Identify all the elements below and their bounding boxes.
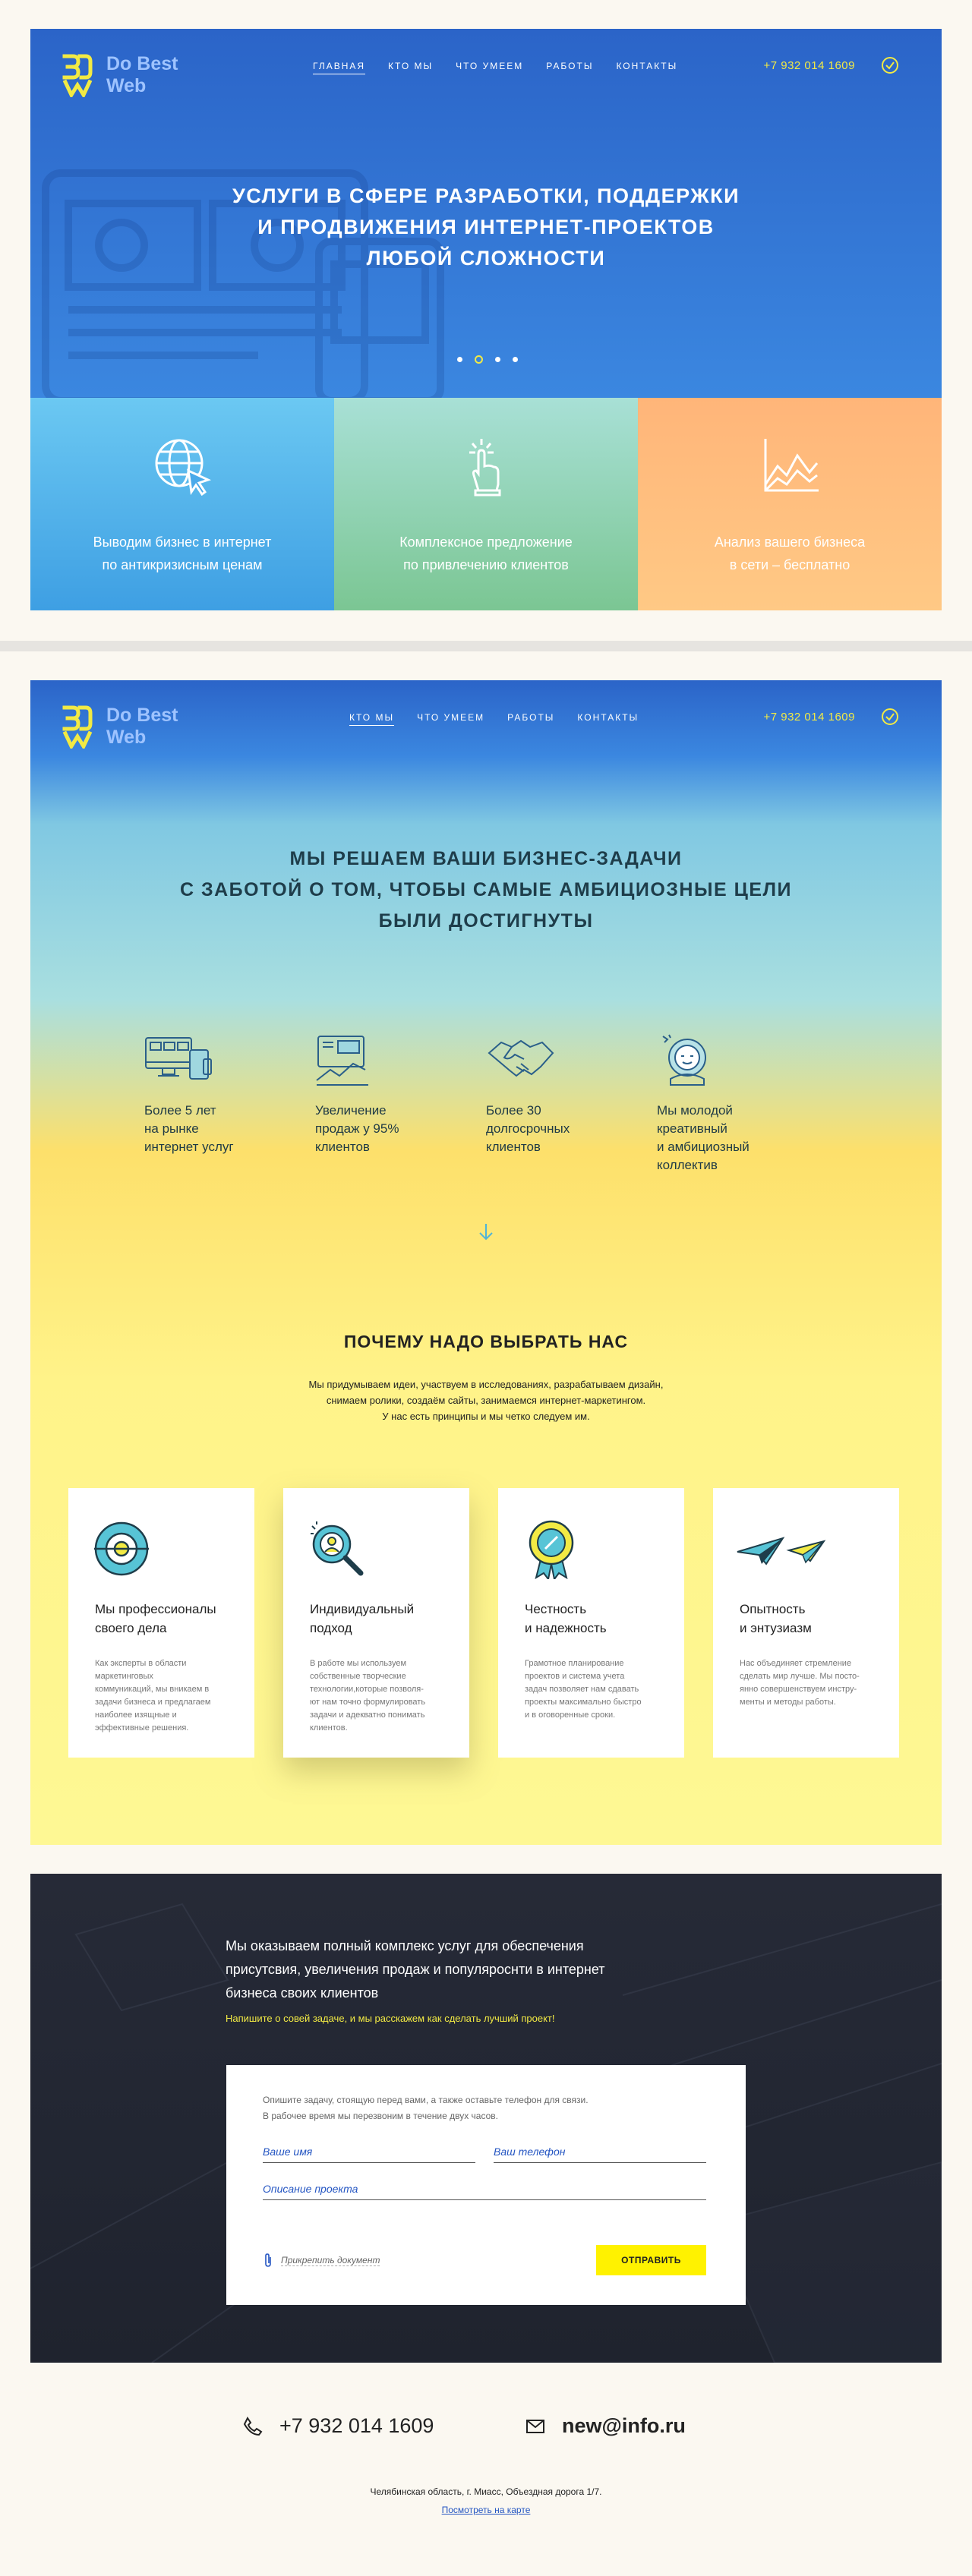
site-header: Do Best Web Главная Кто мы Что умеем Раб… xyxy=(30,29,942,105)
nav-services[interactable]: Что умеем xyxy=(417,712,484,726)
card-title: Опытность и энтузиазм xyxy=(740,1602,812,1635)
slider-dot[interactable] xyxy=(513,357,518,362)
submit-button[interactable]: Отправить xyxy=(596,2245,706,2275)
stat-item: Увеличение продаж у 95% клиентов xyxy=(315,1033,486,1174)
slider-dot[interactable] xyxy=(495,357,500,362)
nav-contacts[interactable]: Контакты xyxy=(577,712,639,726)
card-title: Честность и надежность xyxy=(525,1602,607,1635)
handshake-icon xyxy=(488,1039,554,1077)
advantage-card[interactable]: Мы профессионалы своего дела Как эксперты… xyxy=(68,1488,254,1758)
card-text: Нас объединяет стремление сделать мир луч… xyxy=(740,1659,860,1707)
stat-item: Более 30 долгосрочных клиентов xyxy=(486,1033,657,1174)
hero-section: Do Best Web Главная Кто мы Что умеем Раб… xyxy=(30,29,942,610)
card-text: Грамотное планирование проектов и система… xyxy=(525,1659,642,1720)
paper-planes-icon xyxy=(737,1537,826,1565)
map-link[interactable]: Посмотреть на карте xyxy=(442,2505,531,2515)
slider-dot[interactable] xyxy=(457,357,462,362)
logo[interactable]: Do Best Web xyxy=(62,705,178,749)
address: Челябинская область, г. Миасс, Объездная… xyxy=(370,2486,602,2497)
tile-title: Комплексное предложение xyxy=(399,534,573,550)
card-title: Индивидуальный подход xyxy=(310,1602,415,1635)
tile-analysis[interactable]: Анализ вашего бизнеса в сети – бесплатно xyxy=(638,398,942,610)
nav-works[interactable]: Работы xyxy=(546,61,593,74)
arrow-down-icon[interactable] xyxy=(475,1221,497,1242)
name-field[interactable] xyxy=(263,2141,475,2163)
logo-mark-icon xyxy=(62,705,93,749)
map-link-container: Посмотреть на карте xyxy=(0,2505,972,2515)
advantage-card[interactable]: Опытность и энтузиазм Нас объединяет стре… xyxy=(713,1488,899,1758)
envelope-icon xyxy=(526,2419,544,2433)
header-phone[interactable]: +7 932 014 1609 xyxy=(763,711,855,724)
stat-item: Более 5 лет на рынке интернет услуг xyxy=(144,1033,315,1174)
devices-icon xyxy=(145,1037,212,1080)
about-title: Мы решаем ваши бизнес-задачи с заботой о… xyxy=(179,848,793,932)
advantages-cards: Мы профессионалы своего дела Как эксперты… xyxy=(68,1488,904,1758)
attach-document[interactable]: Прикрепить документ xyxy=(263,2253,380,2268)
nav-about[interactable]: Кто мы xyxy=(349,712,395,726)
footer-phone[interactable]: +7 932 014 1609 xyxy=(243,2414,434,2438)
feature-tiles: Выводим бизнес в интернет по антикризисн… xyxy=(30,398,942,610)
stat-item: Мы молодой креативный и амбициозный коллект… xyxy=(657,1033,828,1174)
why-title: Почему надо выбрать нас xyxy=(343,1332,629,1351)
phone-field[interactable] xyxy=(494,2141,706,2163)
about-section: Do Best Web Кто мы Что умеем Работы Конт… xyxy=(30,680,942,1845)
stats-row: Более 5 лет на рынке интернет услуг Увелич… xyxy=(144,1033,828,1174)
tile-internet[interactable]: Выводим бизнес в интернет по антикризисн… xyxy=(30,398,334,610)
award-medal-icon xyxy=(529,1520,574,1579)
advantage-card[interactable]: Честность и надежность Грамотное планиров… xyxy=(498,1488,684,1758)
main-nav: Главная Кто мы Что умеем Работы Контакты xyxy=(313,61,700,74)
advantage-card[interactable]: Индивидуальный подход В работе мы использ… xyxy=(283,1488,469,1758)
check-circle-icon[interactable] xyxy=(881,708,899,726)
tile-subtitle: по антикризисным ценам xyxy=(102,557,263,572)
card-text: В работе мы используем собственные творче… xyxy=(310,1659,426,1733)
slider-dots xyxy=(457,355,530,364)
description-field[interactable] xyxy=(263,2178,706,2200)
card-text: Как эксперты в области маркетинговых комму… xyxy=(95,1659,211,1733)
section-divider xyxy=(0,641,972,651)
target-gear-icon xyxy=(94,1521,149,1576)
nav-contacts[interactable]: Контакты xyxy=(616,61,677,74)
sales-chart-icon xyxy=(316,1036,368,1086)
logo-text: Do Best Web xyxy=(106,705,178,748)
nav-about[interactable]: Кто мы xyxy=(388,61,433,74)
nav-services[interactable]: Что умеем xyxy=(456,61,523,74)
phone-icon xyxy=(243,2416,263,2436)
globe-cursor-icon xyxy=(155,439,212,497)
contact-subtitle: Напишите о совей задаче, и мы расскажем … xyxy=(226,2013,555,2024)
nav-works[interactable]: Работы xyxy=(507,712,554,726)
card-title: Мы профессионалы своего дела xyxy=(95,1602,216,1635)
tap-hand-icon xyxy=(469,439,501,497)
tile-clients[interactable]: Комплексное предложение по привлечению к… xyxy=(334,398,638,610)
contact-title: Мы оказываем полный комплекс услуг для о… xyxy=(226,1938,605,2001)
footer-email[interactable]: new@info.ru xyxy=(525,2414,686,2438)
nav-home[interactable]: Главная xyxy=(313,61,366,74)
logo[interactable]: Do Best Web xyxy=(62,53,178,97)
paperclip-icon xyxy=(265,2253,271,2267)
site-header: Do Best Web Кто мы Что умеем Работы Конт… xyxy=(30,680,942,756)
astronaut-icon xyxy=(662,1034,706,1086)
growth-chart-icon xyxy=(764,439,819,492)
check-circle-icon[interactable] xyxy=(881,56,899,74)
tile-subtitle: по привлечению клиентов xyxy=(403,557,569,572)
tile-title: Выводим бизнес в интернет xyxy=(93,534,272,550)
tile-title: Анализ вашего бизнеса xyxy=(714,534,866,550)
tile-subtitle: в сети – бесплатно xyxy=(729,557,850,572)
magnifier-person-icon xyxy=(311,1521,364,1576)
contact-form: Опишите задачу, стоящую перед вами, а та… xyxy=(226,2065,746,2305)
header-phone[interactable]: +7 932 014 1609 xyxy=(763,59,855,72)
form-note: Опишите задачу, стоящую перед вами, а та… xyxy=(263,2095,589,2121)
contact-section: Мы оказываем полный комплекс услуг для о… xyxy=(30,1874,942,2363)
why-text: Мы придумываем идеи, участвуем в исследо… xyxy=(308,1379,664,1422)
slider-dot-active[interactable] xyxy=(475,355,483,364)
main-nav: Кто мы Что умеем Работы Контакты xyxy=(349,712,661,726)
logo-text: Do Best Web xyxy=(106,53,178,96)
hero-title: Услуги в сфере разработки, поддержки и п… xyxy=(232,184,740,270)
logo-mark-icon xyxy=(62,54,93,97)
